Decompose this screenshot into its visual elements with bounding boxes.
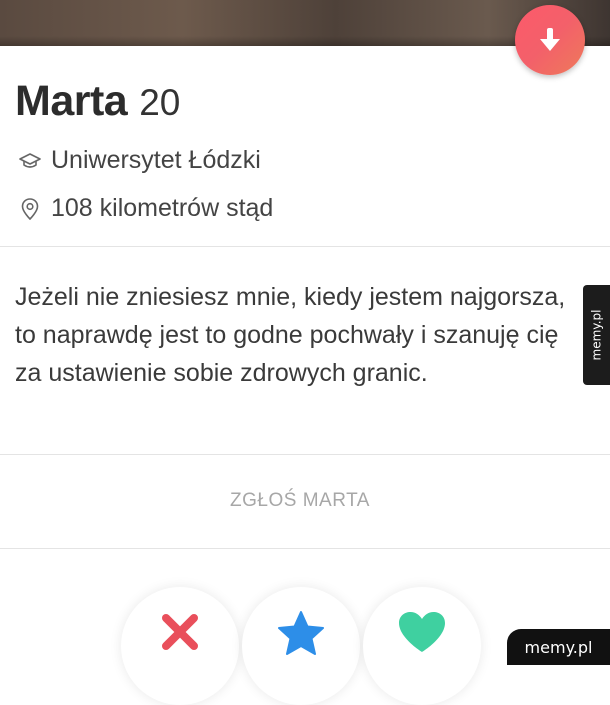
location-pin-icon: [19, 197, 41, 220]
profile-bio: Jeżeli nie zniesiesz mnie, kiedy jestem …: [15, 283, 566, 387]
profile-header: Marta 20: [15, 77, 180, 126]
profile-age: 20: [139, 82, 181, 123]
x-icon: [162, 614, 198, 650]
arrow-down-icon: [540, 28, 560, 51]
divider: [0, 548, 610, 549]
nope-button[interactable]: [121, 587, 239, 705]
distance-text: 108 kilometrów stąd: [51, 194, 274, 222]
super-like-button[interactable]: [242, 587, 360, 705]
distance-row: 108 kilometrów stąd: [19, 194, 273, 223]
school-row: Uniwersytet Łódzki: [19, 146, 261, 175]
profile-name: Marta: [15, 77, 128, 125]
graduation-cap-icon: [19, 150, 41, 172]
watermark-corner: memy.pl: [507, 629, 610, 665]
like-button[interactable]: [363, 587, 481, 705]
watermark-side-text: memy.pl: [589, 309, 604, 361]
watermark-side: memy.pl: [583, 285, 610, 385]
divider: [0, 246, 610, 247]
divider: [0, 454, 610, 455]
heart-icon: [399, 612, 445, 652]
report-button[interactable]: ZGŁOŚ MARTA: [0, 490, 600, 512]
star-icon: [278, 611, 324, 655]
school-text: Uniwersytet Łódzki: [51, 146, 261, 174]
collapse-profile-button[interactable]: [515, 5, 585, 75]
